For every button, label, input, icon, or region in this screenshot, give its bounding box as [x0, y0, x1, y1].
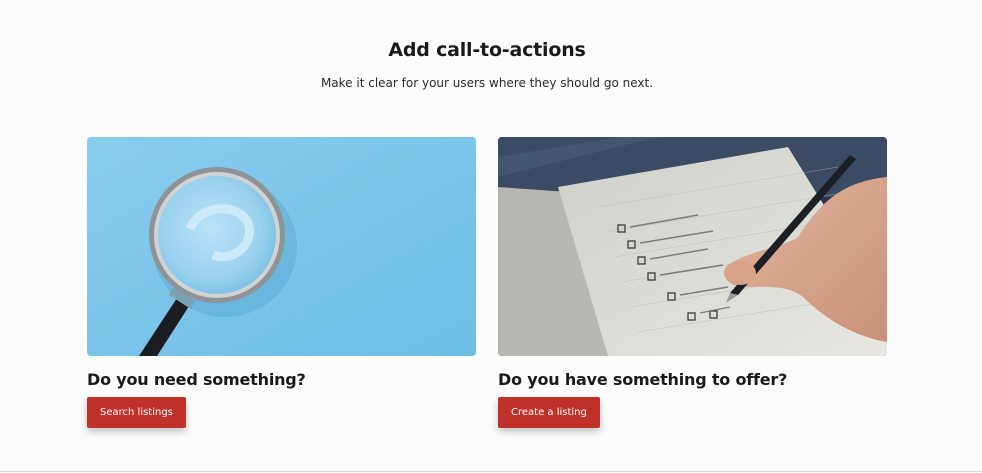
bottom-divider — [0, 471, 982, 472]
section-title: Add call-to-actions — [388, 39, 586, 61]
card-heading: Do you need something? — [87, 370, 306, 389]
magnifying-glass-image — [87, 137, 476, 356]
card-heading: Do you have something to offer? — [498, 370, 788, 389]
create-listing-button[interactable]: Create a listing — [498, 397, 600, 428]
cta-card-search: Do you need something? Search listings — [87, 137, 476, 428]
section-subtitle: Make it clear for your users where they … — [320, 76, 654, 90]
cta-card-create: Do you have something to offer? Create a… — [498, 137, 887, 428]
checklist-notebook-image — [498, 137, 887, 356]
search-listings-button[interactable]: Search listings — [87, 397, 186, 428]
